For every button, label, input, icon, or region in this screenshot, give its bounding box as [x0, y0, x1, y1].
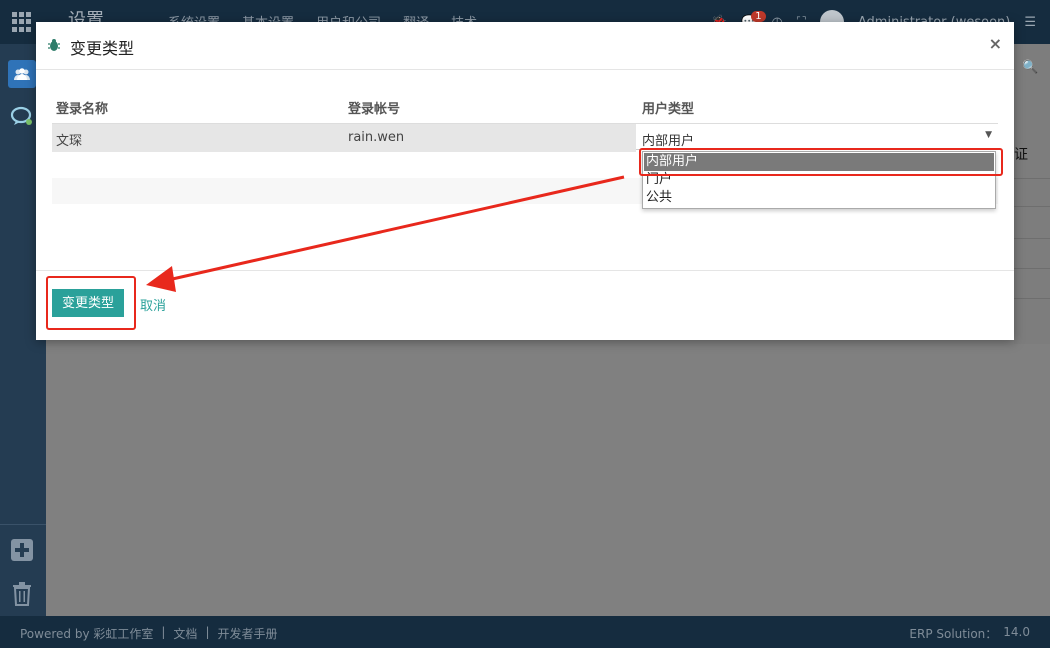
chat-discuss-icon[interactable] — [8, 102, 36, 130]
dialog-header: 变更类型 × — [36, 22, 1014, 70]
cell-login-name: 文琛 — [56, 134, 83, 149]
table-header: 登录名称 登录帐号 用户类型 — [52, 98, 998, 124]
powered-by-text[interactable]: Powered by 彩虹工作室 — [20, 625, 153, 642]
column-header-user-type[interactable]: 用户类型 — [642, 98, 694, 117]
erp-label: ERP Solution： — [909, 627, 998, 641]
background-list-panel: 🔍 证 — [1014, 44, 1050, 344]
version-number: 14.0 — [1003, 625, 1030, 639]
background-partial-text: 证 — [1014, 147, 1028, 163]
bg-divider — [1014, 268, 1050, 269]
footer-separator: | — [161, 625, 166, 639]
search-icon: 🔍 — [1022, 60, 1039, 75]
footer: Powered by 彩虹工作室 | 文档 | 开发者手册 ERP Soluti… — [0, 616, 1050, 648]
sidebar-divider — [0, 524, 46, 525]
user-type-select-value: 内部用户 — [642, 134, 695, 149]
bg-divider — [1014, 298, 1050, 299]
cell-login-account: rain.wen — [348, 130, 405, 145]
notification-badge: 1 — [751, 10, 766, 22]
option-public[interactable]: 公共 — [644, 189, 994, 207]
dialog-title: 变更类型 — [70, 39, 135, 58]
dev-manual-link[interactable]: 开发者手册 — [217, 625, 277, 642]
column-header-login-name[interactable]: 登录名称 — [56, 98, 108, 117]
bug-icon — [48, 39, 60, 51]
row-highlight — [52, 124, 636, 152]
bg-divider — [1014, 238, 1050, 239]
user-type-select[interactable]: 内部用户 ▼ — [636, 124, 998, 150]
apps-menu-icon[interactable] — [12, 12, 34, 32]
dialog-footer: 变更类型 取消 — [36, 270, 1014, 340]
settings-sliders-icon[interactable]: ☰ — [1024, 15, 1036, 30]
footer-separator: | — [205, 625, 210, 639]
add-plus-icon[interactable] — [8, 536, 36, 564]
users-icon[interactable] — [8, 60, 36, 88]
cancel-button[interactable]: 取消 — [140, 295, 166, 314]
close-icon[interactable]: × — [989, 34, 1002, 53]
trash-icon[interactable] — [8, 580, 36, 608]
bg-divider — [1014, 178, 1050, 179]
column-header-login-account[interactable]: 登录帐号 — [348, 98, 400, 117]
change-type-dialog: 变更类型 × 登录名称 登录帐号 用户类型 文琛 rain.wen 内部用户 ▼… — [36, 22, 1014, 340]
docs-link[interactable]: 文档 — [173, 625, 197, 642]
chevron-down-icon[interactable]: ▼ — [985, 130, 992, 140]
annotation-highlight-option — [639, 148, 1003, 176]
annotation-highlight-button — [46, 276, 136, 330]
bg-divider — [1014, 206, 1050, 207]
